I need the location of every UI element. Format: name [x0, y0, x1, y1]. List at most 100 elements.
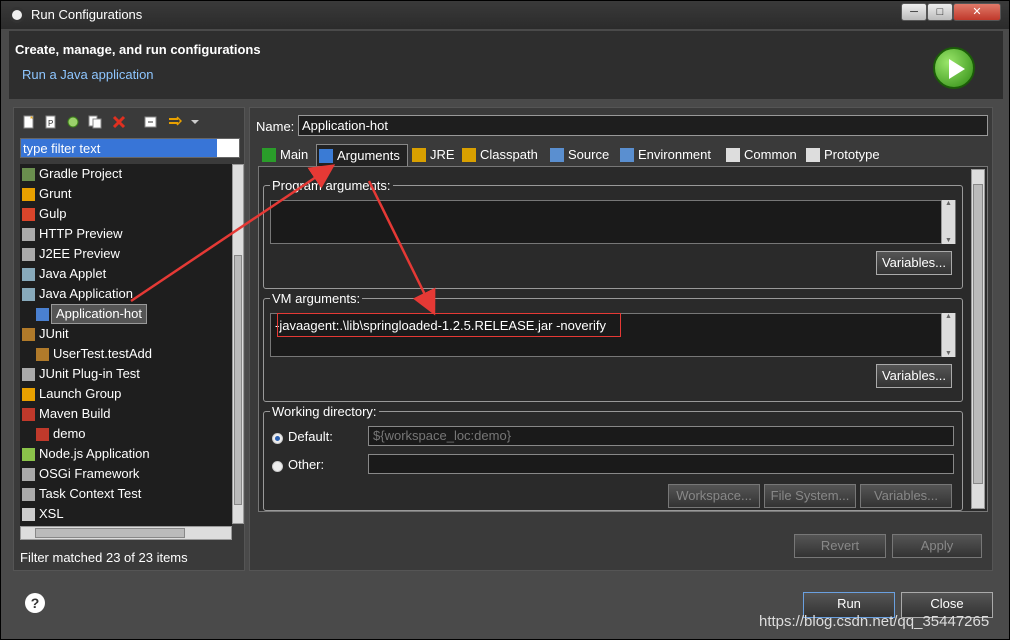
watermark: https://blog.csdn.net/qq_35447265: [759, 613, 990, 630]
tree-item-label: Application-hot: [51, 304, 147, 324]
task-context-icon: [22, 488, 35, 501]
working-directory-label: Working directory:: [270, 404, 379, 419]
name-input[interactable]: [298, 115, 988, 136]
svg-text:*: *: [30, 115, 33, 124]
java-class-icon: [36, 308, 49, 321]
eclipse-icon: [9, 7, 25, 23]
maven-icon: [36, 428, 49, 441]
export-config-icon[interactable]: [66, 115, 80, 129]
junit-plugin-icon: [22, 368, 35, 381]
dialog-header: Create, manage, and run configurations R…: [9, 31, 1003, 99]
duplicate-config-icon[interactable]: [88, 115, 102, 129]
tab-environment[interactable]: Environment: [618, 144, 722, 166]
working-dir-variables-button[interactable]: Variables...: [860, 484, 952, 508]
xsl-icon: [22, 508, 35, 521]
filter-input[interactable]: [21, 139, 217, 157]
tab-prototype[interactable]: Prototype: [804, 144, 896, 166]
common-tab-icon: [726, 148, 740, 162]
revert-button[interactable]: Revert: [794, 534, 886, 558]
tree-item-label: Grunt: [39, 186, 72, 201]
source-tab-icon: [550, 148, 564, 162]
configuration-list-panel: * P Gradle Project Grunt Gulp HTTP Preview J…: [13, 107, 245, 571]
filter-dropdown-icon[interactable]: [188, 115, 202, 129]
run-configurations-window: Run Configurations ─ □ ✕ Create, manage,…: [0, 0, 1010, 640]
maximize-button[interactable]: □: [927, 3, 953, 21]
tab-common[interactable]: Common: [724, 144, 802, 166]
header-subtitle: Run a Java application: [22, 67, 154, 82]
tab-label: Classpath: [480, 147, 538, 162]
tree-vertical-scrollbar[interactable]: [232, 164, 244, 524]
tree-item-label: J2EE Preview: [39, 246, 120, 261]
launch-group-icon: [22, 388, 35, 401]
tab-label: Source: [568, 147, 610, 162]
tree-item-label: Task Context Test: [39, 486, 142, 501]
title-bar: Run Configurations ─ □ ✕: [1, 1, 1009, 29]
maven-icon: [22, 408, 35, 421]
java-applet-icon: [22, 268, 35, 281]
program-arguments-textarea[interactable]: [270, 200, 956, 244]
program-variables-button[interactable]: Variables...: [876, 251, 952, 275]
default-directory-field: ${workspace_loc:demo}: [368, 426, 954, 446]
tree-item-label: JUnit: [39, 326, 69, 341]
tree-item-label: OSGi Framework: [39, 466, 140, 481]
collapse-all-icon[interactable]: [144, 115, 158, 129]
gulp-icon: [22, 208, 35, 221]
window-title: Run Configurations: [31, 7, 143, 22]
prototype-tab-icon: [806, 148, 820, 162]
delete-config-icon[interactable]: [112, 115, 126, 129]
program-arguments-scrollbar[interactable]: [941, 200, 955, 244]
tab-classpath[interactable]: Classpath: [460, 144, 546, 166]
tab-label: Prototype: [824, 147, 880, 162]
default-radio[interactable]: [272, 433, 283, 444]
junit-icon: [22, 328, 35, 341]
other-directory-field[interactable]: [368, 454, 954, 474]
vm-variables-button[interactable]: Variables...: [876, 364, 952, 388]
tree-item-label: Gulp: [39, 206, 67, 221]
vm-arguments-scrollbar[interactable]: [941, 313, 955, 357]
junit-icon: [36, 348, 49, 361]
workspace-button[interactable]: Workspace...: [668, 484, 760, 508]
program-arguments-group: Program arguments: Variables...: [263, 178, 963, 289]
tree-item-label: XSL: [39, 506, 64, 521]
apply-button[interactable]: Apply: [892, 534, 982, 558]
tab-jre[interactable]: JRE: [410, 144, 458, 166]
configuration-tree: Gradle Project Grunt Gulp HTTP Preview J2EE …: [20, 164, 232, 540]
tab-source[interactable]: Source: [548, 144, 616, 166]
tree-item-label: Launch Group: [39, 386, 122, 401]
filter-status: Filter matched 23 of 23 items: [20, 550, 188, 565]
minimize-button[interactable]: ─: [901, 3, 927, 21]
other-radio[interactable]: [272, 461, 283, 472]
java-application-icon: [22, 288, 35, 301]
tab-content-scrollbar[interactable]: [971, 169, 985, 509]
filter-config-icon[interactable]: [168, 115, 182, 129]
grunt-icon: [22, 188, 35, 201]
tree-item-label: Gradle Project: [39, 166, 123, 181]
tree-item-label: demo: [53, 426, 86, 441]
new-prototype-icon[interactable]: P: [44, 115, 58, 129]
config-tabs: Main Arguments JRE Classpath Source Environme…: [258, 144, 988, 166]
help-icon[interactable]: ?: [25, 593, 45, 613]
other-label: Other:: [288, 457, 325, 472]
jre-tab-icon: [412, 148, 426, 162]
config-toolbar: * P: [18, 112, 242, 134]
filter-field[interactable]: [20, 138, 240, 158]
http-preview-icon: [22, 228, 35, 241]
file-system-button[interactable]: File System...: [764, 484, 856, 508]
arguments-tab-content: Program arguments: Variables... VM argum…: [258, 166, 988, 512]
header-title: Create, manage, and run configurations: [15, 42, 261, 57]
close-window-button[interactable]: ✕: [953, 3, 1001, 21]
name-label: Name:: [256, 119, 295, 134]
tree-item-label: UserTest.testAdd: [53, 346, 152, 361]
classpath-tab-icon: [462, 148, 476, 162]
vm-arguments-label: VM arguments:: [270, 291, 363, 306]
new-config-icon[interactable]: *: [22, 115, 36, 129]
svg-text:P: P: [48, 119, 53, 128]
main-tab-icon: [262, 148, 276, 162]
tab-arguments[interactable]: Arguments: [316, 144, 408, 166]
gradle-icon: [22, 168, 35, 181]
default-label: Default:: [288, 429, 333, 444]
tab-label: JRE: [430, 147, 455, 162]
tab-main[interactable]: Main: [260, 144, 314, 166]
tree-item-label: Java Application: [39, 286, 133, 301]
tree-horizontal-scrollbar[interactable]: [20, 526, 232, 540]
